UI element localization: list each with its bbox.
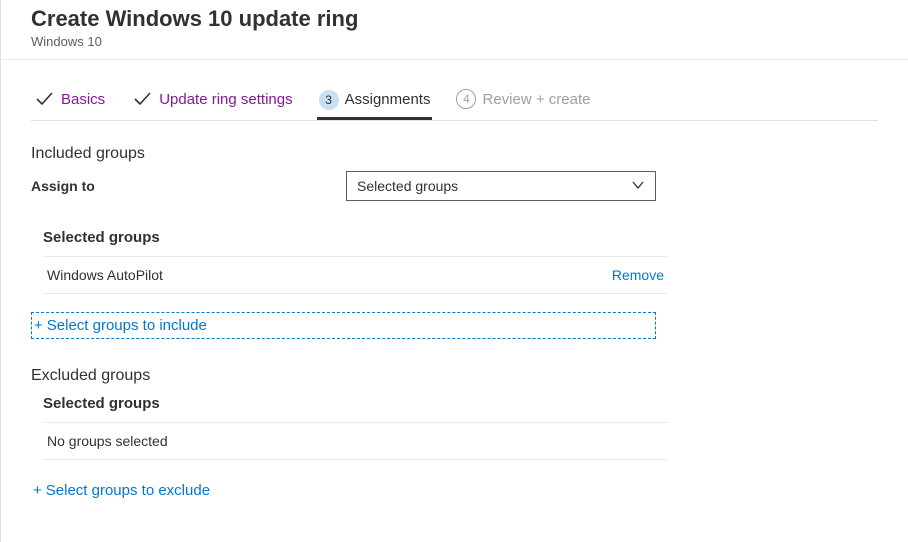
remove-group-link[interactable]: Remove <box>612 267 664 283</box>
empty-groups-text: No groups selected <box>47 433 168 449</box>
tab-label: Review + create <box>482 91 590 108</box>
included-groups-heading: Included groups <box>31 145 878 163</box>
check-icon <box>33 88 55 110</box>
check-icon <box>131 88 153 110</box>
tab-assignments[interactable]: 3 Assignments <box>317 86 433 120</box>
chevron-down-icon <box>631 178 645 195</box>
assign-to-select[interactable]: Selected groups <box>346 171 656 201</box>
table-row: Windows AutoPilot Remove <box>43 257 668 294</box>
step-number-badge: 3 <box>319 90 339 110</box>
table-row: No groups selected <box>43 423 668 460</box>
tab-label: Assignments <box>345 91 431 108</box>
assign-to-value: Selected groups <box>357 178 458 194</box>
plus-icon: + <box>33 483 42 498</box>
tab-basics[interactable]: Basics <box>31 84 107 120</box>
select-groups-to-include-link[interactable]: + Select groups to include <box>31 312 656 339</box>
tab-label: Update ring settings <box>159 91 292 108</box>
add-link-label: Select groups to exclude <box>46 482 210 499</box>
excluded-groups-table: No groups selected <box>43 422 668 460</box>
page-subtitle: Windows 10 <box>31 34 908 49</box>
tab-label: Basics <box>61 91 105 108</box>
page-header: Create Windows 10 update ring Windows 10 <box>1 0 908 60</box>
included-selected-heading: Selected groups <box>43 229 878 246</box>
wizard-tabs: Basics Update ring settings 3 Assignment… <box>31 84 878 121</box>
included-groups-table: Windows AutoPilot Remove <box>43 256 668 294</box>
assign-to-row: Assign to Selected groups <box>31 171 878 201</box>
plus-icon: + <box>34 318 43 333</box>
tab-review-create[interactable]: 4 Review + create <box>454 85 592 119</box>
page-title: Create Windows 10 update ring <box>31 6 908 32</box>
group-name: Windows AutoPilot <box>47 267 163 283</box>
excluded-selected-heading: Selected groups <box>43 395 878 412</box>
tab-update-ring-settings[interactable]: Update ring settings <box>129 84 294 120</box>
add-link-label: Select groups to include <box>47 317 207 334</box>
assign-to-label: Assign to <box>31 178 346 194</box>
select-groups-to-exclude-link[interactable]: + Select groups to exclude <box>31 478 216 503</box>
excluded-groups-heading: Excluded groups <box>31 367 878 385</box>
step-number-badge: 4 <box>456 89 476 109</box>
